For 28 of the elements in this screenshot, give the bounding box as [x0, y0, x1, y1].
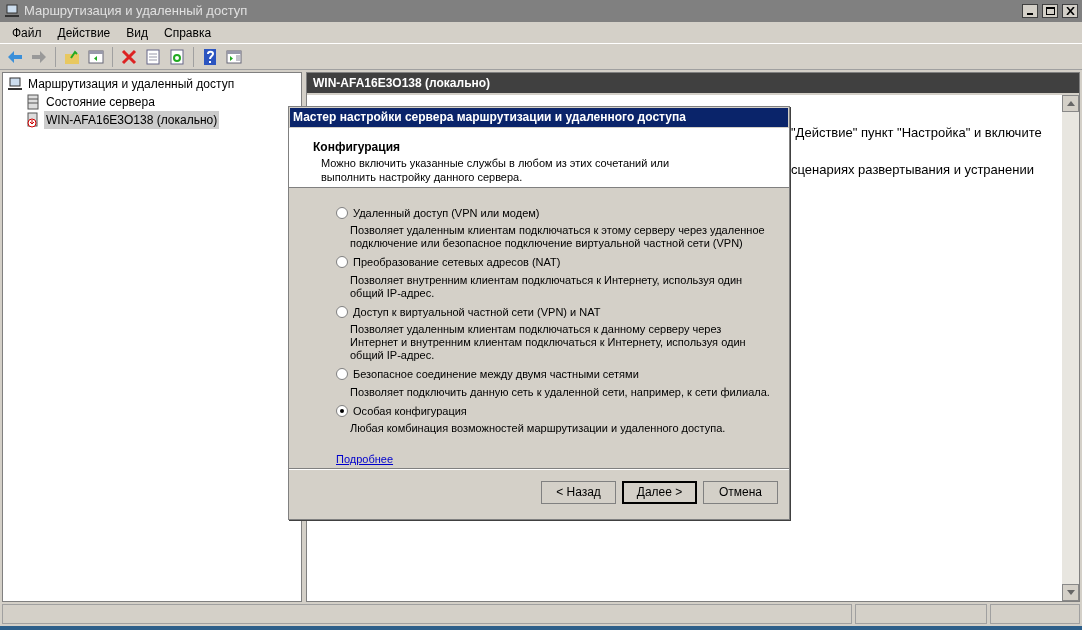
option-label[interactable]: Преобразование сетевых адресов (NAT)	[353, 254, 561, 271]
dialog-button[interactable]: Далее >	[622, 480, 697, 504]
tree-item[interactable]: Маршрутизация и удаленный доступ	[26, 75, 237, 93]
option-description: Любая комбинация возможностей маршрутизации и удаленного доступа.	[349, 422, 727, 436]
pane-text: сценариях развертывания и устранении	[791, 160, 1035, 179]
option-label[interactable]: Удаленный доступ (VPN или модем)	[353, 204, 540, 222]
menu-item[interactable]: Справка	[156, 23, 220, 42]
option-label[interactable]: Доступ к виртуальной частной сети (VPN) и NAT	[353, 303, 601, 321]
window-title: Маршрутизация и удаленный доступ	[24, 2, 249, 21]
option-description: Позволяет удаленным клиентам подключаться к этому серверу через удаленное подключение или безопасное подключение виртуальной частной сети (VPN)	[349, 224, 766, 251]
tree-item[interactable]: WIN-AFA16E3O138 (локально)	[44, 111, 220, 129]
more-info-link[interactable]: Подробнее	[336, 451, 789, 468]
menu-item[interactable]: Вид	[118, 23, 156, 42]
option-label[interactable]: Безопасное соединение между двумя частными сетями	[353, 366, 639, 383]
option-description: Позволяет удаленным клиентам подключаться к данному серверу через Интернет и внутренним клиентам подключаться к Интернету, используя один общий IP-адрес.	[349, 323, 747, 363]
menu-item[interactable]: Действие	[49, 23, 119, 42]
dialog-button[interactable]: Отмена	[703, 480, 778, 504]
menu-item[interactable]: Файл	[4, 23, 50, 42]
option-label[interactable]: Особая конфигурация	[353, 402, 467, 420]
option-description: Позволяет подключить данную сеть к удаленной сети, например, к сети филиала.	[349, 385, 770, 399]
dialog-title: Мастер настройки сервера маршрутизации и удаленного доступа	[290, 108, 788, 127]
tree-item[interactable]: Состояние сервера	[44, 93, 157, 111]
dialog-subtitle: Можно включить указанные службы в любом из этих сочетаний или выполнить настройку данного сервера.	[320, 155, 671, 184]
dialog-heading: Конфигурация	[313, 138, 402, 156]
dialog-button[interactable]: < Назад	[541, 480, 616, 504]
pane-header: WIN-AFA16E3O138 (локально)	[307, 73, 1079, 95]
option-description: Позволяет внутренним клиентам подключаться к Интернету, используя один общий IP-адрес.	[349, 273, 744, 300]
pane-text: "Действие" пункт "Настройка" и включите	[791, 124, 1043, 142]
